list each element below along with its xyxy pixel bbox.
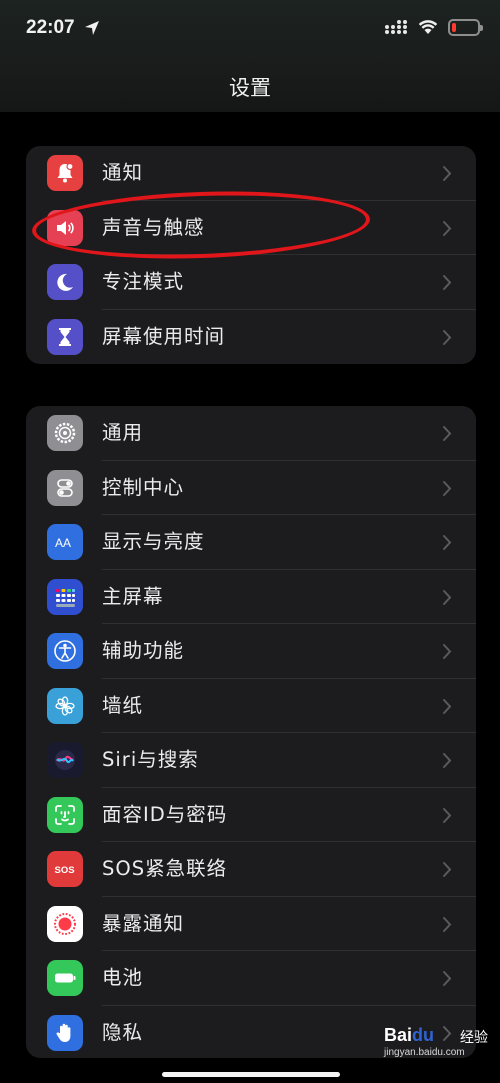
watermark-logo-text: Bai [384,1025,413,1045]
settings-row-label: 辅助功能 [102,639,185,662]
settings-row-emergency-sos[interactable]: SOS SOS紧急联络 [26,842,476,897]
chevron-right-icon [443,753,452,768]
settings-row-label: 专注模式 [102,270,185,293]
watermark-jingyan: 经验 [460,1030,488,1046]
battery-level [452,22,456,32]
face-id-icon [47,796,83,833]
chevron-right-icon [443,862,452,877]
chevron-right-icon [443,329,452,345]
settings-row-home-screen[interactable]: 主屏幕 [26,570,476,624]
settings-row-display-brightness[interactable]: AA 显示与亮度 [26,515,476,570]
moon-icon [47,264,83,300]
settings-group-1: 通知 声音与触感 专注模式 屏幕使用时间 [26,146,476,364]
settings-row-label: 面容ID与密码 [102,802,228,826]
chevron-right-icon [443,916,452,932]
settings-row-label: Siri与搜索 [102,748,199,771]
settings-row-label: 控制中心 [102,475,185,499]
settings-row-screen-time[interactable]: 屏幕使用时间 [26,310,476,365]
baidu-watermark: Baidu 经验 jingyan.baidu.com [382,1025,492,1061]
toggles-icon [47,469,83,506]
location-arrow-icon [85,21,99,35]
exposure-icon [47,905,83,942]
chevron-right-icon [443,971,452,986]
settings-row-wallpaper[interactable]: 墙纸 [26,679,476,733]
flower-icon [47,687,83,724]
settings-row-exposure-notifications[interactable]: 暴露通知 [26,897,476,951]
bell-icon [47,155,83,191]
chevron-right-icon [443,480,452,496]
settings-row-label: 主屏幕 [102,584,164,608]
settings-row-label: 电池 [102,966,144,989]
settings-row-label: 隐私 [102,1020,144,1044]
chevron-right-icon [443,698,452,714]
settings-row-label: SOS紧急联络 [102,857,228,880]
settings-screen: 22:07 设置 通知 声音与触感 专注模式 屏幕使用时间 通用 控制中心 AA… [0,0,500,1083]
chevron-right-icon [443,535,452,550]
gear-icon [47,415,83,451]
settings-row-face-id-passcode[interactable]: 面容ID与密码 [26,788,476,842]
status-time: 22:07 [26,17,75,38]
watermark-url: jingyan.baidu.com [384,1047,465,1058]
settings-row-accessibility[interactable]: 辅助功能 [26,624,476,679]
settings-row-label: 墙纸 [102,693,144,717]
svg-text:SOS: SOS [55,865,75,876]
chevron-right-icon [443,220,452,236]
chevron-right-icon [443,644,452,659]
chevron-right-icon [443,589,452,605]
settings-row-label: 暴露通知 [102,911,185,935]
hand-icon [47,1014,83,1051]
settings-row-label: 显示与亮度 [102,530,205,553]
chevron-right-icon [443,275,452,290]
accessibility-icon [47,633,83,669]
settings-row-focus[interactable]: 专注模式 [26,255,476,310]
settings-row-label: 屏幕使用时间 [102,324,226,348]
siri-icon [47,742,83,778]
cellular-signal-icon [385,20,407,34]
hourglass-icon [47,318,83,355]
home-indicator[interactable] [162,1072,340,1077]
settings-row-label: 通用 [102,421,144,444]
status-and-nav-bar: 22:07 设置 [0,0,500,112]
wifi-icon [418,20,438,34]
svg-text:AA: AA [55,536,71,550]
page-title: 设置 [229,76,271,100]
watermark-logo: Baidu [384,1025,434,1046]
status-icons [384,18,483,36]
settings-row-battery[interactable]: 电池 [26,951,476,1006]
app-grid-icon [47,578,83,615]
chevron-right-icon [443,807,452,823]
settings-row-label: 通知 [102,161,144,184]
battery-icon [448,18,483,36]
text-size-icon: AA [47,524,83,560]
chevron-right-icon [443,426,452,441]
chevron-right-icon [443,166,452,181]
watermark-logo-du: du [412,1025,435,1045]
sos-icon: SOS [47,851,83,887]
battery-icon [47,960,83,996]
settings-group-2: 通用 控制中心 AA 显示与亮度 主屏幕 辅助功能 墙纸 Siri与搜索 面容I… [26,406,476,1058]
settings-row-general[interactable]: 通用 [26,406,476,461]
settings-row-siri-search[interactable]: Siri与搜索 [26,733,476,788]
settings-row-control-center[interactable]: 控制中心 [26,461,476,515]
